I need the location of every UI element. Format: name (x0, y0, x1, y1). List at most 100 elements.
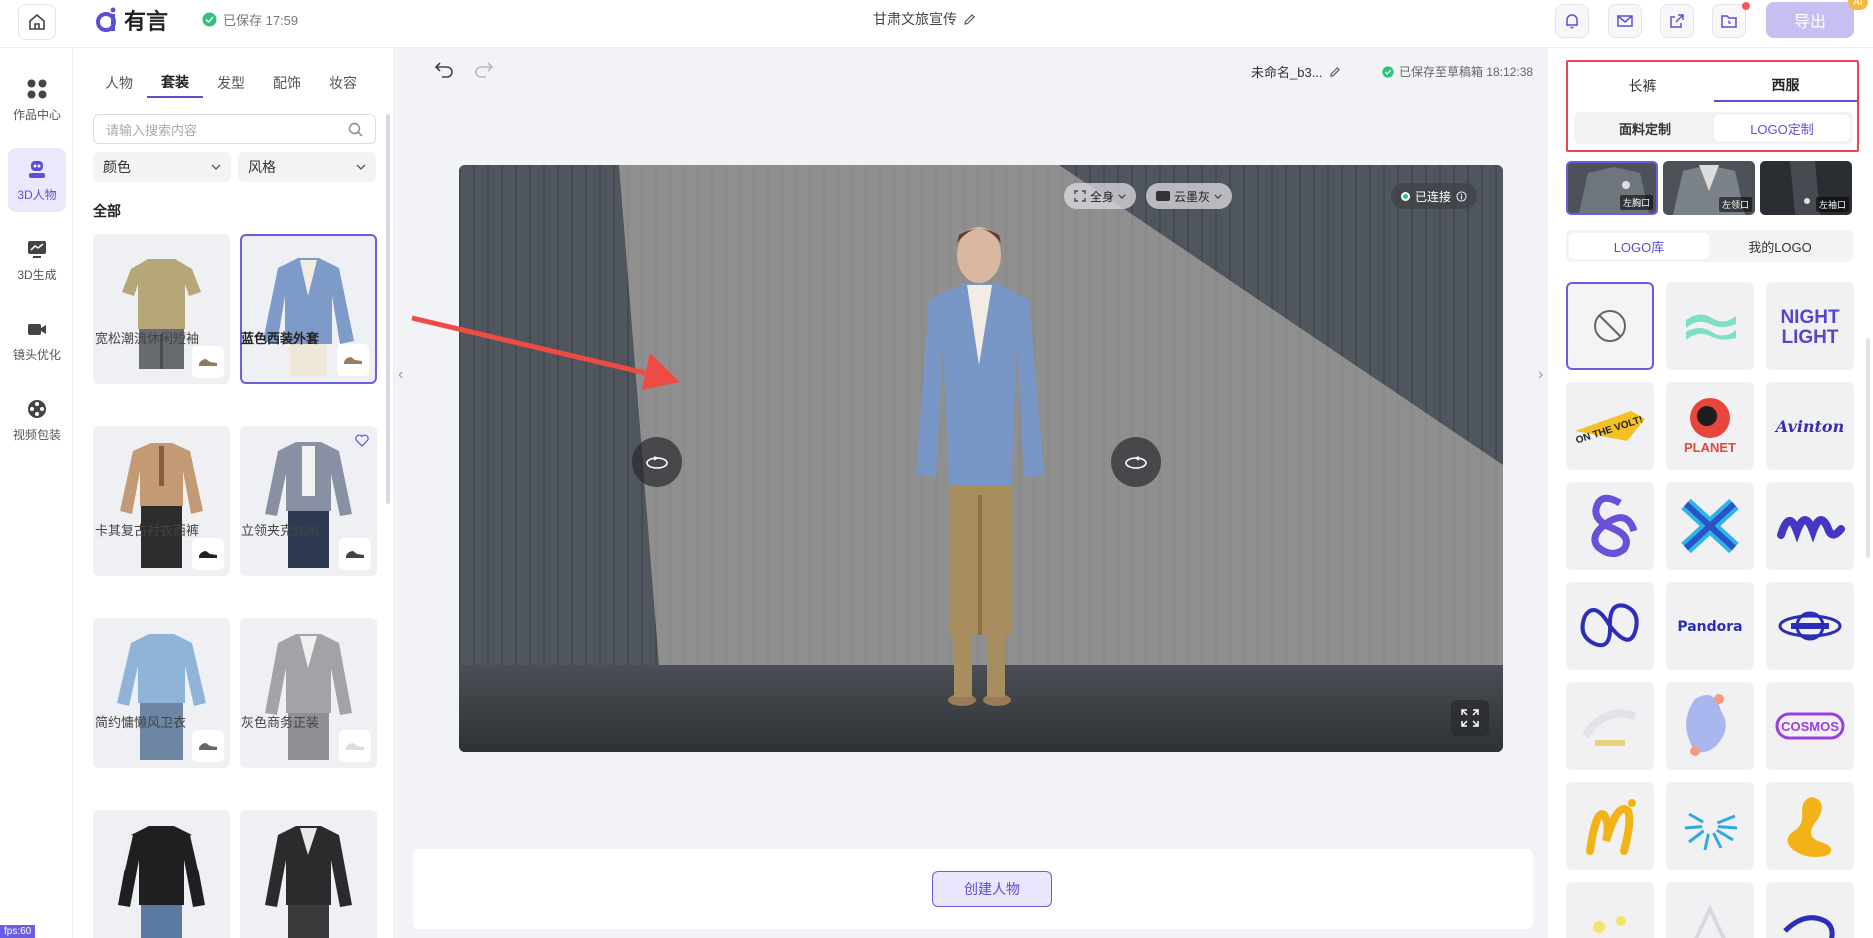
message-button[interactable] (1608, 4, 1642, 38)
svg-text:NIGHT: NIGHT (1780, 307, 1840, 328)
grid-icon (27, 79, 47, 98)
ai-badge: AI (1848, 0, 1868, 10)
script-m-logo (1777, 516, 1845, 543)
nav-item-video[interactable]: 视频包装 (8, 388, 66, 452)
nav-item-works[interactable]: 作品中心 (8, 68, 66, 132)
logo-item[interactable] (1666, 882, 1754, 938)
logo-item[interactable] (1766, 482, 1854, 570)
partial-logo (1783, 915, 1835, 938)
blob-logo (1686, 694, 1726, 756)
shoe-icon (192, 538, 224, 570)
search-icon[interactable] (348, 122, 363, 137)
share-button[interactable] (1660, 4, 1694, 38)
logo-item[interactable] (1666, 282, 1754, 370)
rotate-right-button[interactable] (1111, 437, 1161, 487)
on-the-volt-logo: ON THE VOLT! (1575, 411, 1645, 446)
logo-item[interactable]: ON THE VOLT! (1566, 382, 1654, 470)
logo-item[interactable]: NIGHT LIGHT (1766, 282, 1854, 370)
nav-item-camera[interactable]: 镜头优化 (8, 308, 66, 372)
chevron-down-icon (211, 164, 221, 170)
tab-character[interactable]: 人物 (91, 68, 147, 98)
my-logo-button[interactable]: 我的LOGO (1710, 233, 1850, 259)
tab-suit[interactable]: 西服 (1714, 70, 1857, 102)
style-filter-select[interactable]: 风格 (238, 152, 376, 182)
logo-item[interactable] (1566, 782, 1654, 870)
create-character-button[interactable]: 创建人物 (932, 871, 1052, 907)
logo-item[interactable] (1566, 682, 1654, 770)
outfit-card[interactable] (93, 234, 230, 384)
file-name[interactable]: 未命名_b3... (1251, 62, 1341, 81)
logo-item[interactable]: COSMOS (1766, 682, 1854, 770)
tab-outfit[interactable]: 套装 (147, 68, 203, 98)
nav-item-3d-generate[interactable]: 3D生成 (8, 228, 66, 292)
logo-item[interactable]: Avinton (1766, 382, 1854, 470)
position-left-chest[interactable]: 左胸口 (1566, 161, 1658, 215)
export-button[interactable]: 导出 (1766, 2, 1854, 38)
outfit-name: 卡其复古衬衣西裤 (95, 523, 200, 538)
share-icon (1670, 14, 1684, 28)
logo-item[interactable] (1566, 882, 1654, 938)
fps-counter: fps:60 (0, 925, 36, 938)
rotate-icon (1125, 456, 1147, 469)
outfit-card[interactable] (93, 810, 230, 938)
fabric-custom-button[interactable]: 面料定制 (1577, 115, 1713, 141)
heart-icon[interactable] (355, 434, 369, 447)
check-circle-icon (1382, 65, 1394, 78)
logo-library-toggle: LOGO库 我的LOGO (1566, 230, 1853, 262)
outfit-card[interactable] (93, 618, 230, 768)
home-button[interactable] (18, 4, 56, 40)
svg-text:LIGHT: LIGHT (1782, 327, 1839, 348)
tab-accessory[interactable]: 配饰 (259, 68, 315, 98)
faded-logo (1581, 709, 1637, 746)
tab-makeup[interactable]: 妆容 (315, 68, 371, 98)
info-icon[interactable] (1456, 190, 1467, 202)
logo-item[interactable] (1766, 782, 1854, 870)
outfit-card[interactable] (93, 426, 230, 576)
outfit-card[interactable] (240, 810, 377, 938)
outfit-card-selected[interactable] (240, 234, 377, 384)
logo-item[interactable] (1566, 482, 1654, 570)
left-navigation: 作品中心 3D人物 3D生成 镜头优化 视频包装 fps:60 (0, 48, 73, 938)
color-filter-select[interactable]: 颜色 (93, 152, 231, 182)
search-input[interactable]: 请输入搜索内容 (93, 114, 376, 144)
nav-item-label: 3D人物 (17, 187, 57, 202)
collapse-right-button[interactable]: › (1538, 366, 1543, 384)
logo-item[interactable] (1566, 582, 1654, 670)
customization-panel: 长裤 西服 面料定制 LOGO定制 左胸口 左领口 左袖口 LOGO库 我的LO… (1548, 48, 1873, 938)
edit-icon[interactable] (1329, 66, 1341, 78)
chart-icon (28, 240, 46, 258)
logo-item[interactable] (1666, 482, 1754, 570)
svg-text:COSMOS: COSMOS (1781, 719, 1839, 734)
logo-custom-button[interactable]: LOGO定制 (1714, 115, 1850, 141)
logo-library-button[interactable]: LOGO库 (1569, 233, 1709, 259)
custom-type-toggle: 面料定制 LOGO定制 (1574, 112, 1853, 144)
search-placeholder: 请输入搜索内容 (106, 122, 198, 138)
logo-item[interactable] (1666, 682, 1754, 770)
tab-hair[interactable]: 发型 (203, 68, 259, 98)
logo-item[interactable]: Pandora (1666, 582, 1754, 670)
notification-button[interactable] (1555, 4, 1589, 38)
outfit-card[interactable] (240, 426, 377, 576)
panel-scrollbar[interactable] (386, 114, 390, 504)
edit-icon[interactable] (963, 13, 976, 26)
project-title-text: 甘肃文旅宣传 (873, 11, 957, 27)
project-title[interactable]: 甘肃文旅宣传 (873, 9, 976, 29)
logo-item[interactable] (1666, 782, 1754, 870)
nav-item-label: 镜头优化 (12, 347, 61, 362)
fullscreen-button[interactable] (1451, 700, 1489, 736)
logo-item[interactable] (1766, 882, 1854, 938)
logo-item-none[interactable] (1566, 282, 1654, 370)
tab-pants[interactable]: 长裤 (1571, 70, 1714, 102)
cosmos-logo: COSMOS (1775, 712, 1845, 740)
logo-item[interactable] (1766, 582, 1854, 670)
outfit-card[interactable] (240, 618, 377, 768)
position-left-cuff[interactable]: 左袖口 (1760, 161, 1852, 215)
position-left-collar[interactable]: 左领口 (1663, 161, 1755, 215)
mail-icon (1617, 15, 1633, 27)
nav-item-3d-character[interactable]: 3D人物 (8, 148, 66, 212)
background-dropdown[interactable]: 云墨灰 (1146, 183, 1233, 209)
history-button[interactable] (1712, 4, 1746, 38)
logo-item[interactable]: PLANET (1666, 382, 1754, 470)
right-panel-scrollbar[interactable] (1866, 338, 1870, 558)
view-mode-dropdown[interactable]: 全身 (1064, 183, 1137, 209)
